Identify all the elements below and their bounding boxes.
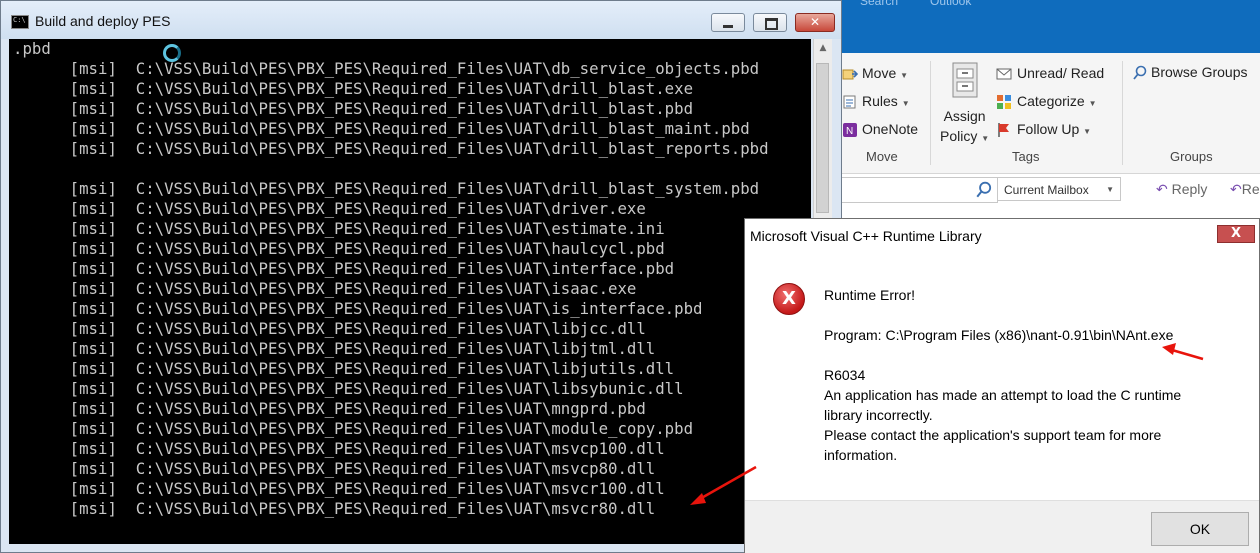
search-icon: [1133, 65, 1147, 80]
close-icon: X: [1230, 226, 1242, 241]
rules-button-label: Rules: [862, 93, 898, 109]
rules-icon: [843, 95, 856, 109]
error-message-line: information.: [824, 447, 898, 463]
move-icon: [842, 69, 858, 80]
assign-policy-button[interactable]: Assign Policy ▼: [940, 106, 989, 149]
chevron-down-icon: ▼: [1083, 127, 1092, 136]
outlook-title-bar: Search Outlook: [830, 0, 1260, 53]
topbar-sliver-text: Outlook: [930, 0, 972, 8]
outlook-ribbon: Move ▼ Rules ▼ N OneNote Move Assign Pol…: [830, 53, 1260, 174]
maximize-button[interactable]: [753, 13, 787, 32]
console-window: C:\ Build and deploy PES ✕ .pbd [msi] C:…: [0, 0, 842, 553]
categorize-icon: [997, 95, 1011, 109]
busy-cursor-icon: [163, 44, 181, 62]
error-heading: Runtime Error!: [824, 287, 916, 303]
program-path: Program: C:\Program Files (x86)\nant-0.9…: [824, 327, 1174, 343]
console-app-icon: C:\: [11, 15, 29, 29]
search-icon: [976, 181, 992, 198]
chevron-down-icon: ▼: [901, 99, 910, 108]
error-message-line: library incorrectly.: [824, 407, 933, 423]
chevron-down-icon: ▼: [1106, 185, 1114, 194]
chevron-down-icon: ▼: [981, 134, 990, 143]
groups-group-label: Groups: [1170, 149, 1213, 164]
reply-all-button[interactable]: ↶Re: [1230, 181, 1260, 198]
console-title-bar[interactable]: C:\ Build and deploy PES ✕: [1, 1, 841, 39]
dialog-footer: OK: [745, 500, 1259, 553]
maximize-icon: [765, 18, 778, 30]
reply-label: Reply: [1171, 181, 1208, 197]
error-message-line: An application has made an attempt to lo…: [824, 387, 1182, 403]
follow-up-label: Follow Up: [1017, 121, 1080, 137]
categorize-label: Categorize: [1017, 93, 1085, 109]
envelope-icon: [996, 68, 1012, 80]
svg-text:N: N: [846, 126, 853, 137]
onenote-button-label: OneNote: [862, 121, 919, 137]
console-title: Build and deploy PES: [35, 13, 171, 29]
dialog-close-button[interactable]: X: [1217, 225, 1255, 243]
move-button-label: Move: [862, 65, 897, 81]
reply-all-icon: ↶: [1230, 181, 1242, 197]
close-icon: ✕: [809, 15, 821, 29]
reply-all-label: Re: [1241, 181, 1260, 197]
follow-up-button[interactable]: Follow Up ▼: [1017, 121, 1091, 137]
tags-group-label: Tags: [1012, 149, 1040, 164]
mailbox-scope-dropdown[interactable]: Current Mailbox ▼: [997, 177, 1121, 201]
console-text: .pbd [msi] C:\VSS\Build\PES\PBX_PES\Requ…: [13, 39, 769, 518]
error-icon-glyph: X: [782, 288, 796, 309]
topbar-sliver-text: Search: [860, 0, 899, 8]
dialog-title: Microsoft Visual C++ Runtime Library: [750, 228, 982, 244]
assign-policy-label: Policy: [940, 128, 978, 144]
ok-button[interactable]: OK: [1151, 512, 1249, 546]
unread-read-label: Unread/ Read: [1017, 65, 1105, 81]
browse-groups-label: Browse Groups: [1151, 64, 1248, 80]
ribbon-separator: [1122, 61, 1123, 165]
move-group-label: Move: [866, 149, 898, 164]
browse-groups-button[interactable]: Browse Groups: [1151, 64, 1247, 80]
onenote-icon: N: [843, 123, 857, 137]
ribbon-separator: [930, 61, 931, 165]
categorize-button[interactable]: Categorize ▼: [1017, 93, 1097, 109]
minimize-button[interactable]: [711, 13, 745, 32]
flag-icon: [998, 123, 1009, 137]
scroll-up-icon[interactable]: ▲: [814, 39, 832, 57]
assign-policy-label: Assign: [943, 108, 986, 124]
move-button[interactable]: Move ▼: [862, 65, 908, 81]
error-icon: X: [773, 283, 805, 315]
reply-icon: ↶: [1156, 181, 1168, 197]
runtime-error-dialog: Microsoft Visual C++ Runtime Library X X…: [744, 218, 1260, 553]
console-output[interactable]: .pbd [msi] C:\VSS\Build\PES\PBX_PES\Requ…: [9, 39, 811, 544]
assign-policy-icon: [952, 62, 978, 98]
chevron-down-icon: ▼: [1088, 99, 1097, 108]
mailbox-scope-label: Current Mailbox: [1004, 183, 1089, 197]
minimize-icon: [723, 25, 733, 28]
close-button[interactable]: ✕: [795, 13, 835, 32]
scrollbar-thumb[interactable]: [816, 63, 829, 213]
onenote-button[interactable]: OneNote: [862, 121, 918, 137]
rules-button[interactable]: Rules ▼: [862, 93, 910, 109]
reply-button[interactable]: ↶ Reply: [1156, 181, 1207, 198]
dialog-title-bar[interactable]: Microsoft Visual C++ Runtime Library X: [745, 219, 1259, 251]
unread-read-button[interactable]: Unread/ Read: [1017, 65, 1104, 81]
error-message-line: Please contact the application's support…: [824, 427, 1162, 443]
error-code: R6034: [824, 367, 866, 383]
search-input[interactable]: [840, 177, 998, 203]
chevron-down-icon: ▼: [900, 71, 909, 80]
